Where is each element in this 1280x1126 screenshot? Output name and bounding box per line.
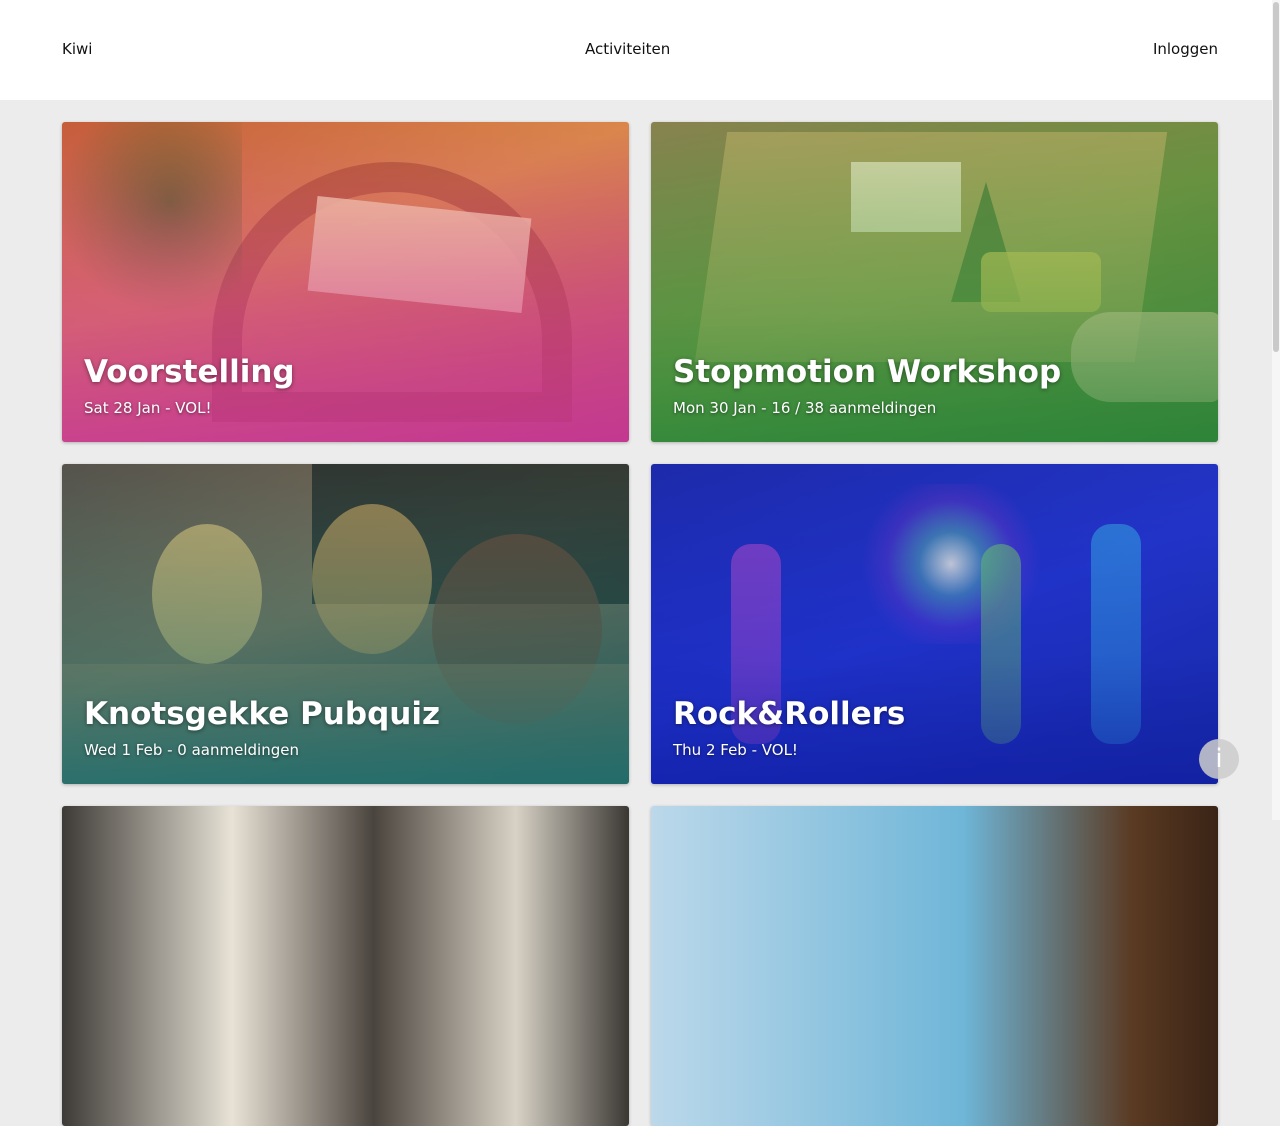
event-card[interactable]: Stopmotion Workshop Mon 30 Jan - 16 / 38… [651, 122, 1218, 442]
event-title: Knotsgekke Pubquiz [84, 696, 441, 732]
event-card-partial[interactable] [62, 806, 629, 1126]
top-navbar: Kiwi Activiteiten Inloggen [0, 0, 1280, 100]
event-title: Rock&Rollers [673, 696, 906, 732]
info-button[interactable]: i [1199, 739, 1239, 779]
event-date-status: Wed 1 Feb - 0 aanmeldingen [84, 741, 299, 759]
scrollbar-thumb[interactable] [1273, 2, 1279, 352]
event-date-status: Mon 30 Jan - 16 / 38 aanmeldingen [673, 399, 937, 417]
event-card[interactable]: Voorstelling Sat 28 Jan - VOL! [62, 122, 629, 442]
event-overlay [651, 122, 1218, 442]
event-title: Stopmotion Workshop [673, 354, 1062, 390]
page-scrollbar[interactable] [1272, 0, 1280, 820]
event-date-status: Sat 28 Jan - VOL! [84, 399, 212, 417]
event-card[interactable]: Rock&Rollers Thu 2 Feb - VOL! [651, 464, 1218, 784]
event-overlay [62, 464, 629, 784]
activities-link[interactable]: Activiteiten [585, 40, 670, 58]
event-overlay [651, 464, 1218, 784]
event-card-partial[interactable] [651, 806, 1218, 1126]
brand-link[interactable]: Kiwi [62, 40, 92, 58]
event-card[interactable]: Knotsgekke Pubquiz Wed 1 Feb - 0 aanmeld… [62, 464, 629, 784]
event-title: Voorstelling [84, 354, 295, 390]
event-overlay [62, 122, 629, 442]
event-image [62, 806, 629, 1126]
login-link[interactable]: Inloggen [1153, 40, 1218, 58]
event-date-status: Thu 2 Feb - VOL! [673, 741, 798, 759]
event-image [651, 806, 1218, 1126]
